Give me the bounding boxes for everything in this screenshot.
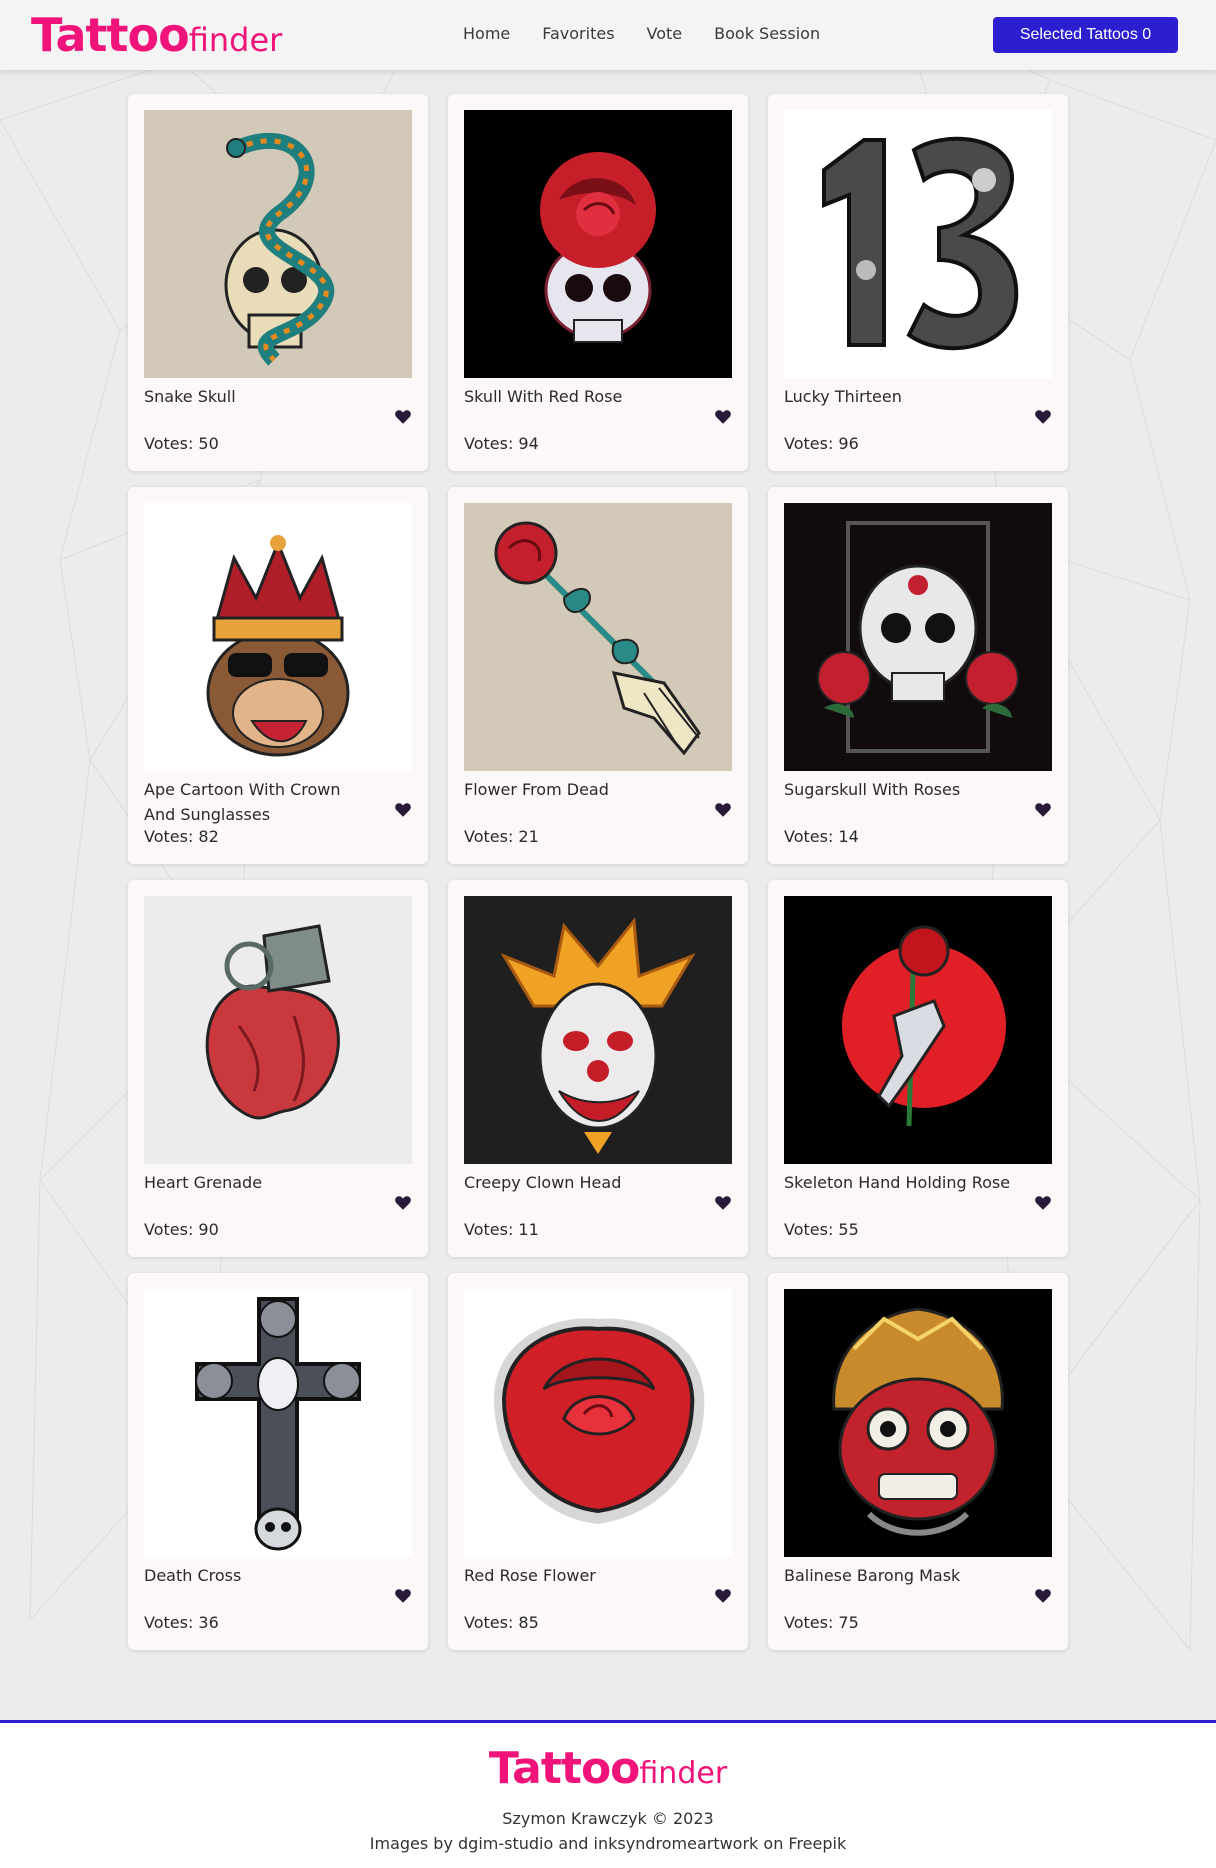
selected-tattoos-button[interactable]: Selected Tattoos 0 <box>993 17 1178 53</box>
tattoo-votes: Votes: 21 <box>464 827 539 846</box>
heart-icon[interactable] <box>714 1587 732 1605</box>
tattoo-votes: Votes: 55 <box>784 1220 859 1239</box>
heart-icon[interactable] <box>714 801 732 819</box>
heart-icon[interactable] <box>394 1587 412 1605</box>
tattoo-title: Snake Skull <box>144 387 236 406</box>
site-logo[interactable]: Tattoofinder <box>31 8 282 62</box>
nav-home-link[interactable]: Home <box>463 24 510 43</box>
nav-favorites-link[interactable]: Favorites <box>542 24 614 43</box>
tattoo-title: Heart Grenade <box>144 1173 263 1192</box>
tattoo-title: Skeleton Hand Holding Rose <box>784 1173 1011 1192</box>
heart-icon[interactable] <box>1034 801 1052 819</box>
tattoo-votes: Votes: 82 <box>144 827 219 846</box>
tattoo-card[interactable]: Balinese Barong Mask Votes: 75 <box>768 1273 1068 1650</box>
tattoo-title: Red Rose Flower <box>464 1566 596 1585</box>
heart-icon[interactable] <box>1034 1587 1052 1605</box>
tattoo-card[interactable]: Creepy Clown Head Votes: 11 <box>448 880 748 1257</box>
tattoo-image-balinese-barong-mask[interactable] <box>784 1289 1052 1557</box>
heart-icon[interactable] <box>394 801 412 819</box>
heart-icon[interactable] <box>1034 408 1052 426</box>
tattoo-card[interactable]: Snake Skull Votes: 50 <box>128 94 428 471</box>
tattoo-image-red-rose-flower[interactable] <box>464 1289 732 1557</box>
logo-sub-text: finder <box>188 21 283 59</box>
footer-logo-main-text: Tattoo <box>488 1743 641 1794</box>
tattoo-votes: Votes: 90 <box>144 1220 219 1239</box>
tattoo-votes: Votes: 75 <box>784 1613 859 1632</box>
tattoo-card[interactable]: Flower From Dead Votes: 21 <box>448 487 748 864</box>
tattoo-image-ape-cartoon[interactable] <box>144 503 412 771</box>
footer-credits: Images by dgim-studio and inksyndromeart… <box>369 1834 847 1853</box>
tattoo-image-flower-from-dead[interactable] <box>464 503 732 771</box>
tattoo-card[interactable]: Sugarskull With Roses Votes: 14 <box>768 487 1068 864</box>
tattoo-grid: Snake Skull Votes: 50 Skull With Red Ros… <box>128 94 1068 1650</box>
footer-logo[interactable]: Tattoofinder <box>0 1743 1216 1794</box>
tattoo-title: Creepy Clown Head <box>464 1173 622 1192</box>
tattoo-title: Lucky Thirteen <box>784 387 902 406</box>
footer-author: Szymon Krawczyk © 2023 <box>502 1809 714 1828</box>
heart-icon[interactable] <box>394 408 412 426</box>
tattoo-title: Death Cross <box>144 1566 242 1585</box>
tattoo-image-death-cross[interactable] <box>144 1289 412 1557</box>
tattoo-card[interactable]: Skull With Red Rose Votes: 94 <box>448 94 748 471</box>
tattoo-card[interactable]: Heart Grenade Votes: 90 <box>128 880 428 1257</box>
tattoo-card[interactable]: Ape Cartoon With Crown And Sunglasses Vo… <box>128 487 428 864</box>
tattoo-votes: Votes: 85 <box>464 1613 539 1632</box>
tattoo-votes: Votes: 94 <box>464 434 539 453</box>
tattoo-card[interactable]: Lucky Thirteen Votes: 96 <box>768 94 1068 471</box>
nav-book-session-link[interactable]: Book Session <box>714 24 820 43</box>
tattoo-title: Skull With Red Rose <box>464 387 623 406</box>
tattoo-title: Sugarskull With Roses <box>784 780 961 799</box>
top-navbar: Tattoofinder Home Favorites Vote Book Se… <box>0 0 1216 70</box>
footer-logo-sub-text: finder <box>639 1756 728 1791</box>
tattoo-votes: Votes: 14 <box>784 827 859 846</box>
heart-icon[interactable] <box>714 1194 732 1212</box>
tattoo-card[interactable]: Red Rose Flower Votes: 85 <box>448 1273 748 1650</box>
tattoo-title: Flower From Dead <box>464 780 609 799</box>
tattoo-votes: Votes: 36 <box>144 1613 219 1632</box>
tattoo-title: Balinese Barong Mask <box>784 1566 961 1585</box>
tattoo-image-heart-grenade[interactable] <box>144 896 412 1164</box>
main-nav: Home Favorites Vote Book Session <box>463 24 820 43</box>
tattoo-votes: Votes: 96 <box>784 434 859 453</box>
tattoo-image-creepy-clown-head[interactable] <box>464 896 732 1164</box>
logo-main-text: Tattoo <box>31 8 190 62</box>
tattoo-votes: Votes: 50 <box>144 434 219 453</box>
site-footer: Tattoofinder Szymon Krawczyk © 2023 Imag… <box>0 1720 1216 1868</box>
nav-vote-link[interactable]: Vote <box>647 24 683 43</box>
tattoo-card[interactable]: Skeleton Hand Holding Rose Votes: 55 <box>768 880 1068 1257</box>
tattoo-image-lucky-thirteen[interactable] <box>784 110 1052 378</box>
tattoo-image-snake-skull[interactable] <box>144 110 412 378</box>
tattoo-card[interactable]: Death Cross Votes: 36 <box>128 1273 428 1650</box>
heart-icon[interactable] <box>1034 1194 1052 1212</box>
heart-icon[interactable] <box>394 1194 412 1212</box>
tattoo-image-skeleton-hand-holding-rose[interactable] <box>784 896 1052 1164</box>
tattoo-title: Ape Cartoon With Crown And Sunglasses <box>144 780 341 824</box>
tattoo-votes: Votes: 11 <box>464 1220 539 1239</box>
heart-icon[interactable] <box>714 408 732 426</box>
tattoo-image-sugarskull-with-roses[interactable] <box>784 503 1052 771</box>
tattoo-image-skull-with-red-rose[interactable] <box>464 110 732 378</box>
